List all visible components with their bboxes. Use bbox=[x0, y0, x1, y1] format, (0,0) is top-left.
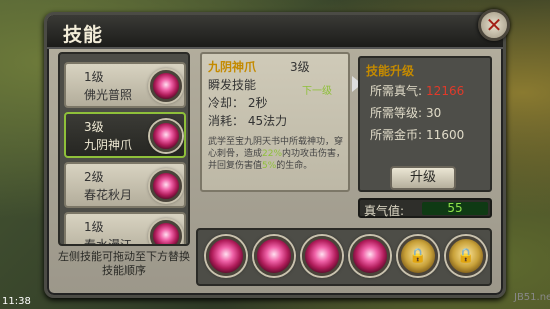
detail-skill-type: 瞬发技能 bbox=[208, 78, 257, 92]
skill-orb-icon bbox=[150, 220, 182, 244]
detail-cost: 消耗： 45法力 bbox=[208, 114, 288, 128]
title-bar: 技能 bbox=[47, 15, 503, 49]
skill-name: 春水漫江 bbox=[84, 238, 133, 246]
upgrade-title: 技能升级 bbox=[366, 64, 415, 78]
locked-slot-lock-icon[interactable] bbox=[446, 236, 486, 276]
skill-list-item[interactable]: 2级 春花秋月 bbox=[64, 162, 186, 208]
skill-list-item-selected[interactable]: 3级 九阴神爪 bbox=[64, 112, 186, 158]
window-title: 技能 bbox=[63, 24, 104, 46]
skill-orb-icon bbox=[150, 170, 182, 202]
skill-level: 3级 bbox=[84, 120, 104, 134]
qi-label: 真气值: bbox=[364, 204, 405, 218]
detail-description: 武学至宝九阴天书中所载神功，穿心刺骨，造成22%内功攻击伤害，并回复伤害值5%的… bbox=[208, 137, 346, 171]
qi-value: 55 bbox=[422, 202, 488, 215]
skill-slot-3[interactable] bbox=[302, 236, 342, 276]
close-button[interactable]: ✕ bbox=[478, 9, 510, 41]
next-level-label: 下一级 bbox=[302, 86, 332, 97]
skill-level: 2级 bbox=[84, 170, 104, 184]
skill-list-item[interactable]: 1级 春水漫江 bbox=[64, 212, 186, 246]
skill-detail: 九阴神爪 3级 瞬发技能 下一级 冷却： 2秒 消耗： 45法力 武学至宝九阴天… bbox=[200, 52, 350, 192]
clock: 11:38 bbox=[2, 296, 31, 307]
locked-slot-lock-icon[interactable] bbox=[398, 236, 438, 276]
detail-skill-level: 3级 bbox=[290, 60, 310, 74]
skill-name: 春花秋月 bbox=[84, 188, 133, 202]
qi-status: 真气值: 55 bbox=[358, 198, 492, 218]
required-gold: 所需金币: 11600 bbox=[370, 128, 465, 142]
skill-list[interactable]: 1级 佛光普照 3级 九阴神爪 2级 春花秋月 1级 春水漫江 bbox=[58, 52, 190, 246]
detail-skill-name: 九阴神爪 bbox=[208, 60, 257, 74]
required-qi: 所需真气: 12166 bbox=[370, 84, 465, 98]
skill-bar bbox=[196, 228, 492, 286]
skill-orb-icon bbox=[150, 70, 182, 102]
skill-slot-1[interactable] bbox=[206, 236, 246, 276]
skill-orb-icon bbox=[150, 120, 182, 152]
watermark: JB51.net bbox=[514, 292, 550, 303]
drag-hint: 左侧技能可拖动至下方替换技能顺序 bbox=[58, 250, 190, 277]
skill-slot-2[interactable] bbox=[254, 236, 294, 276]
skill-name: 佛光普照 bbox=[84, 88, 133, 102]
skill-slot-4[interactable] bbox=[350, 236, 390, 276]
skill-level: 1级 bbox=[84, 220, 104, 234]
skill-level: 1级 bbox=[84, 70, 104, 84]
detail-cooldown: 冷却： 2秒 bbox=[208, 96, 268, 110]
skill-list-item[interactable]: 1级 佛光普照 bbox=[64, 62, 186, 108]
required-level: 所需等级: 30 bbox=[370, 106, 442, 120]
skill-name: 九阴神爪 bbox=[84, 138, 133, 152]
upgrade-button[interactable]: 升级 bbox=[390, 166, 456, 190]
close-x-icon: ✕ bbox=[485, 13, 503, 37]
